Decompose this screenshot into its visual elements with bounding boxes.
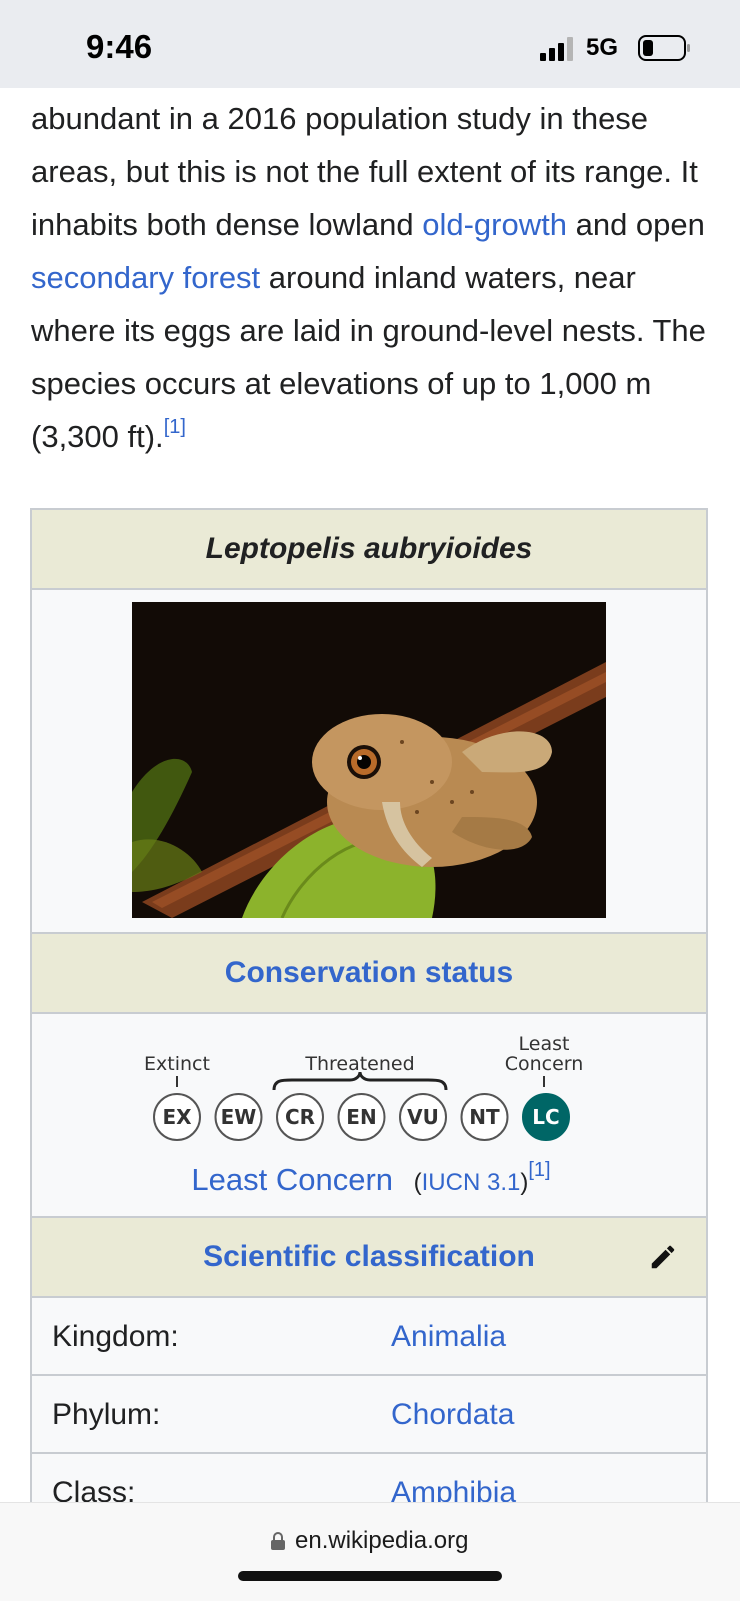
taxonomy-row-kingdom: Kingdom: Animalia — [32, 1298, 706, 1376]
iucn-status-scale[interactable]: Extinct Threatened Least Concern EX EW CR E… — [32, 1014, 710, 1164]
browser-bottom-bar: en.wikipedia.org — [0, 1502, 740, 1601]
taxonomy-value-link[interactable]: Chordata — [391, 1398, 514, 1432]
extinct-label: Extinct — [144, 1053, 210, 1075]
iucn-version: (IUCN 3.1) — [414, 1169, 529, 1196]
status-label-cr: CR — [285, 1105, 315, 1129]
infobox-title-row: Leptopelis aubryioides — [32, 510, 706, 590]
network-label: 5G — [586, 34, 619, 61]
infobox-image-row — [32, 590, 706, 934]
status-label-ew: EW — [221, 1105, 257, 1129]
status-label-en: EN — [346, 1105, 376, 1129]
infobox: Leptopelis aubryioides Conservation stat… — [30, 508, 708, 1534]
frog-photo[interactable] — [132, 602, 606, 918]
taxonomy-label: Phylum: — [52, 1398, 161, 1431]
status-line: Least Concern (IUCN 3.1)[1] — [32, 1159, 710, 1198]
status-label-nt: NT — [469, 1105, 500, 1129]
pencil-edit-icon[interactable] — [648, 1242, 678, 1272]
status-bar: 9:46 5G — [0, 0, 740, 88]
paragraph-text: and open — [566, 207, 705, 242]
classification-heading-row: Scientific classification — [32, 1218, 706, 1298]
signal-icon — [540, 37, 573, 61]
url-bar[interactable]: en.wikipedia.org — [295, 1527, 468, 1555]
lock-icon — [271, 1532, 285, 1550]
least-concern-label-line1: Least — [519, 1033, 570, 1055]
least-concern-label-line2: Concern — [505, 1053, 584, 1075]
status-label-ex: EX — [162, 1105, 192, 1129]
iucn-link[interactable]: IUCN 3.1 — [422, 1169, 521, 1196]
reference-link[interactable]: [1] — [164, 416, 186, 438]
conservation-status-link[interactable]: Conservation status — [225, 956, 513, 990]
status-label-vu: VU — [407, 1105, 439, 1129]
home-indicator[interactable] — [238, 1571, 502, 1581]
iucn-open: ( — [413, 1169, 422, 1196]
conservation-status-row: Extinct Threatened Least Concern EX EW CR E… — [32, 1014, 706, 1218]
threatened-label: Threatened — [304, 1053, 414, 1075]
conservation-heading-row: Conservation status — [32, 934, 706, 1014]
status-reference-link[interactable]: [1] — [528, 1159, 550, 1181]
taxonomy-row-phylum: Phylum: Chordata — [32, 1376, 706, 1454]
article-content: abundant in a 2016 population study in t… — [0, 88, 740, 463]
battery-icon — [638, 35, 690, 61]
scientific-classification-link[interactable]: Scientific classification — [203, 1240, 535, 1274]
status-label-lc: LC — [532, 1105, 559, 1129]
taxonomy-label: Kingdom: — [52, 1320, 179, 1353]
link-old-growth[interactable]: old-growth — [422, 207, 567, 242]
article-paragraph: abundant in a 2016 population study in t… — [0, 88, 740, 463]
link-secondary-forest[interactable]: secondary forest — [31, 260, 260, 295]
taxonomy-value-link[interactable]: Animalia — [391, 1320, 506, 1354]
status-time: 9:46 — [86, 28, 153, 65]
status-text-link[interactable]: Least Concern — [191, 1162, 393, 1197]
infobox-title: Leptopelis aubryioides — [205, 532, 533, 565]
